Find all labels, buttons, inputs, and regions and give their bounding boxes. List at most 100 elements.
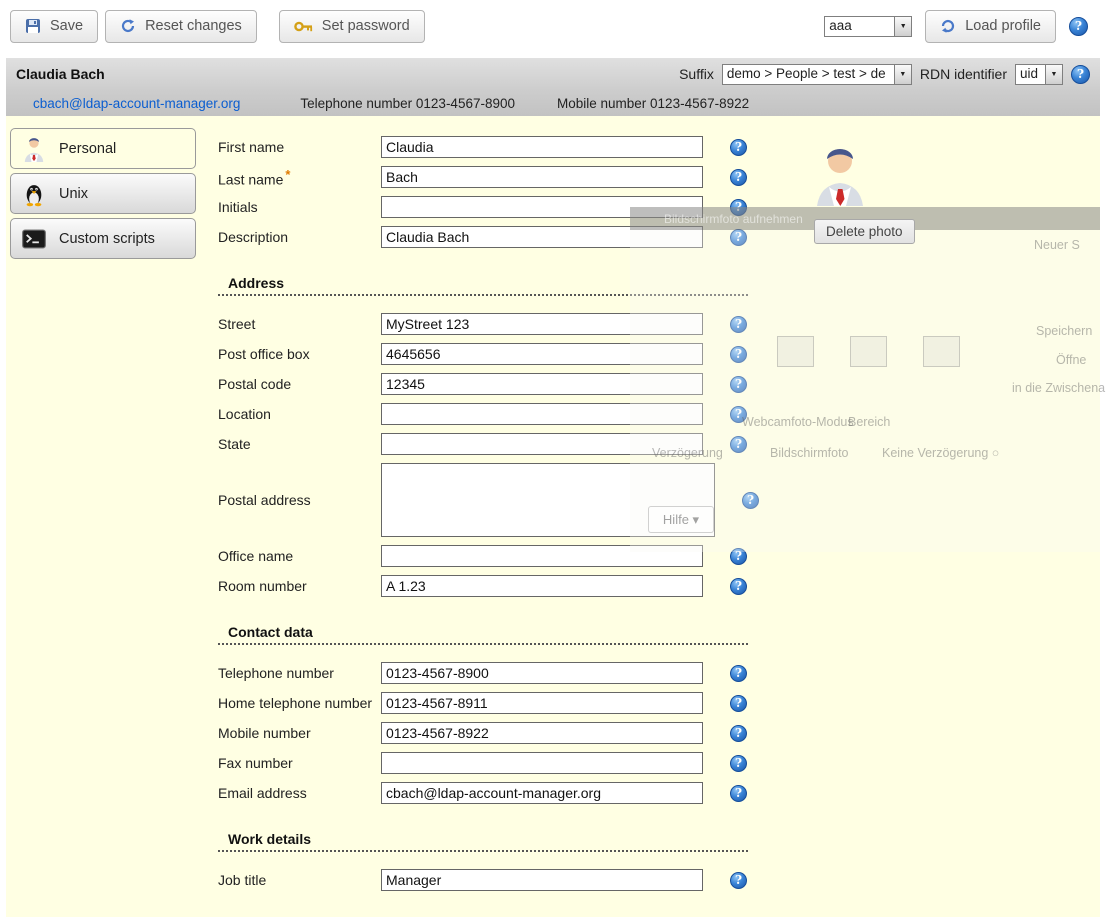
section-header-address: Address	[218, 275, 748, 296]
load-profile-label: Load profile	[965, 18, 1041, 34]
reset-changes-button[interactable]: Reset changes	[105, 10, 257, 43]
help-icon[interactable]	[742, 492, 759, 509]
office-name-input[interactable]	[381, 545, 703, 567]
email-address-input[interactable]	[381, 782, 703, 804]
help-icon[interactable]	[730, 578, 747, 595]
ghost-text: Bildschirmfoto	[770, 446, 849, 460]
description-input[interactable]	[381, 226, 703, 248]
account-header-row2: cbach@ldap-account-manager.org Telephone…	[6, 90, 1100, 116]
help-icon[interactable]	[730, 695, 747, 712]
help-icon[interactable]	[730, 229, 747, 246]
suffix-label: Suffix	[679, 66, 714, 82]
ghost-text: Speichern	[1036, 324, 1092, 338]
account-telephone: Telephone number 0123-4567-8900	[300, 96, 515, 111]
delete-photo-button[interactable]: Delete photo	[814, 219, 915, 244]
tab-unix[interactable]: Unix	[10, 173, 196, 214]
last-name-input[interactable]	[381, 166, 703, 188]
help-icon[interactable]	[1071, 65, 1090, 84]
person-icon	[20, 135, 48, 163]
penguin-icon	[20, 180, 48, 208]
set-password-button[interactable]: Set password	[279, 10, 425, 43]
required-marker	[283, 171, 290, 187]
fax-number-input[interactable]	[381, 752, 703, 774]
load-profile-button[interactable]: Load profile	[925, 10, 1056, 43]
first-name-input[interactable]	[381, 136, 703, 158]
help-icon[interactable]	[730, 316, 747, 333]
user-photo[interactable]	[814, 144, 866, 211]
help-icon[interactable]	[730, 169, 747, 186]
post-office-box-input[interactable]	[381, 343, 703, 365]
form-row-initials: Initials	[218, 196, 763, 218]
reset-arrow-icon	[120, 18, 136, 34]
form-row-job-title: Job title	[218, 869, 763, 891]
postal-code-label: Postal code	[218, 376, 381, 392]
section-header-work-details: Work details	[218, 831, 748, 852]
form-row-postal-code: Postal code	[218, 373, 763, 395]
job-title-input[interactable]	[381, 869, 703, 891]
initials-input[interactable]	[381, 196, 703, 218]
street-input[interactable]	[381, 313, 703, 335]
telephone-number-input[interactable]	[381, 662, 703, 684]
postal-address-input[interactable]	[381, 463, 715, 537]
fax-number-label: Fax number	[218, 755, 381, 771]
job-title-label: Job title	[218, 872, 381, 888]
load-profile-icon	[940, 18, 956, 34]
form-row-first-name: First name	[218, 136, 763, 158]
account-name: Claudia Bach	[16, 66, 105, 82]
rdn-identifier-label: RDN identifier	[920, 66, 1007, 82]
help-icon[interactable]	[730, 665, 747, 682]
ghost-text: Neuer S	[1034, 238, 1080, 252]
state-input[interactable]	[381, 433, 703, 455]
home-telephone-number-input[interactable]	[381, 692, 703, 714]
post-office-box-label: Post office box	[218, 346, 381, 362]
help-icon[interactable]	[730, 755, 747, 772]
postal-code-input[interactable]	[381, 373, 703, 395]
key-icon	[294, 20, 313, 33]
help-icon[interactable]	[730, 436, 747, 453]
suffix-select[interactable]: demo > People > test > de	[722, 64, 912, 85]
postal-address-label: Postal address	[218, 492, 381, 508]
help-icon[interactable]	[730, 725, 747, 742]
account-email-link[interactable]: cbach@ldap-account-manager.org	[33, 96, 240, 111]
form-row-mobile-number: Mobile number	[218, 722, 763, 744]
ghost-text: Öffne	[1056, 353, 1086, 367]
floppy-save-icon	[25, 18, 41, 34]
location-input[interactable]	[381, 403, 703, 425]
help-icon[interactable]	[730, 376, 747, 393]
office-name-label: Office name	[218, 548, 381, 564]
content-area: Bildschirmfoto aufnehmen Neuer S Speiche…	[6, 116, 1100, 917]
help-icon[interactable]	[730, 548, 747, 565]
help-icon[interactable]	[1069, 17, 1088, 36]
home-telephone-number-label: Home telephone number	[218, 695, 381, 711]
room-number-input[interactable]	[381, 575, 703, 597]
form-row-street: Street	[218, 313, 763, 335]
profile-select[interactable]: aaa	[824, 16, 912, 37]
save-button[interactable]: Save	[10, 10, 98, 43]
help-icon[interactable]	[730, 785, 747, 802]
initials-label: Initials	[218, 199, 381, 215]
toolbar: Save Reset changes Set password aaa	[0, 0, 1106, 52]
profile-select-value: aaa	[825, 17, 894, 36]
ghost-text: Bereich	[848, 415, 890, 429]
help-icon[interactable]	[730, 872, 747, 889]
room-number-label: Room number	[218, 578, 381, 594]
module-tabs: Personal Unix Custom scripts	[10, 128, 196, 263]
street-label: Street	[218, 316, 381, 332]
chevron-down-icon	[1045, 65, 1062, 84]
chevron-down-icon	[894, 65, 911, 84]
tab-personal[interactable]: Personal	[10, 128, 196, 169]
first-name-label: First name	[218, 139, 381, 155]
mobile-number-input[interactable]	[381, 722, 703, 744]
help-icon[interactable]	[730, 406, 747, 423]
help-icon[interactable]	[730, 139, 747, 156]
section-header-contact-data: Contact data	[218, 624, 748, 645]
form-row-office-name: Office name	[218, 545, 763, 567]
tab-custom-scripts[interactable]: Custom scripts	[10, 218, 196, 259]
location-label: Location	[218, 406, 381, 422]
mobile-number-label: Mobile number	[218, 725, 381, 741]
help-icon[interactable]	[730, 346, 747, 363]
ghost-text: Keine Verzögerung ○	[882, 446, 999, 460]
help-icon[interactable]	[730, 199, 747, 216]
tab-label: Unix	[59, 186, 88, 202]
rdn-identifier-select[interactable]: uid	[1015, 64, 1063, 85]
